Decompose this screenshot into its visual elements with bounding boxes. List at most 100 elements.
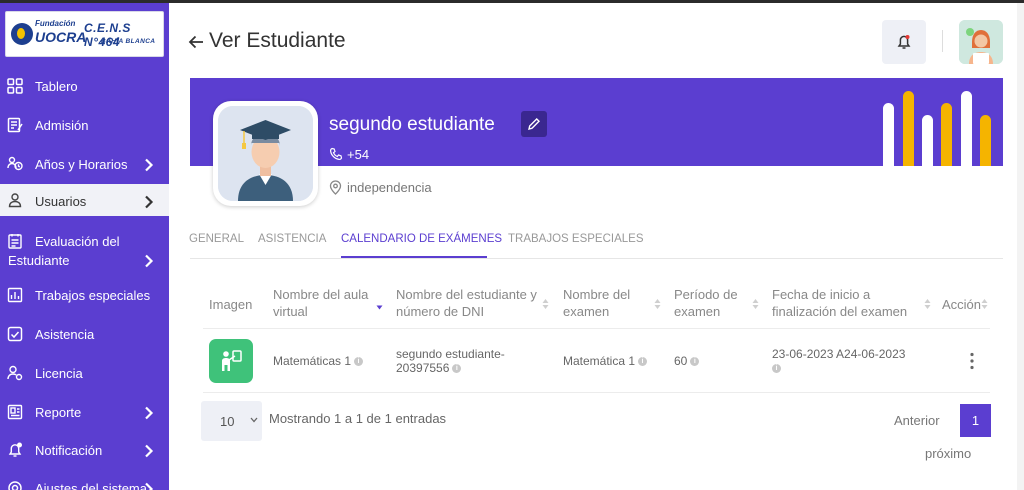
- chevron-right-icon: [145, 482, 154, 490]
- table-header-divider: [203, 328, 990, 329]
- sidebar-item-label: Evaluación del: [35, 234, 120, 249]
- sidebar-item-tablero[interactable]: Tablero: [0, 75, 169, 97]
- previous-page-button[interactable]: Anterior: [894, 413, 940, 428]
- student-avatar: [218, 106, 313, 201]
- logo-city: BAHÍA BLANCA: [101, 38, 156, 45]
- sort-icon[interactable]: [924, 298, 931, 310]
- cell-exam: Matemática 1i: [563, 354, 648, 369]
- cell-student-dni: 20397556 i: [396, 361, 462, 376]
- tabs-divider: [190, 258, 1003, 259]
- info-icon[interactable]: i: [452, 364, 462, 374]
- column-header-image: Imagen: [209, 297, 253, 312]
- cell-dates: 23-06-2023 A24-06-2023: [772, 347, 906, 361]
- school-logo[interactable]: Fundación UOCRA C.E.N.S N°464 BAHÍA BLAN…: [5, 11, 164, 57]
- dashboard-icon: [7, 78, 23, 94]
- chevron-right-icon: [145, 158, 154, 172]
- sidebar-item-label: Ajustes del sistema: [35, 481, 147, 490]
- sidebar-item-anos-horarios[interactable]: Años y Horarios: [0, 153, 169, 175]
- page-title: Ver Estudiante: [209, 29, 346, 52]
- sidebar-item-label: Usuarios: [35, 194, 87, 209]
- active-tab-indicator: [341, 256, 487, 258]
- uocra-emblem-icon: [11, 23, 33, 45]
- schedule-icon: [7, 156, 23, 171]
- column-header-dates[interactable]: Fecha de inicio a finalización del exame…: [772, 286, 922, 320]
- tab-trabajos-especiales[interactable]: TRABAJOS ESPECIALES: [508, 233, 644, 245]
- logo-uocra: UOCRA: [35, 29, 87, 45]
- page-size-select[interactable]: 10: [201, 401, 262, 441]
- graduate-avatar-icon: [218, 106, 313, 201]
- cell-student-name: segundo estudiante-: [396, 347, 505, 361]
- more-options-icon[interactable]: [970, 352, 974, 370]
- sort-icon[interactable]: [752, 298, 759, 310]
- deco-bar: [941, 103, 952, 166]
- info-icon[interactable]: i: [772, 364, 781, 373]
- sidebar-item-reporte[interactable]: Reporte: [0, 401, 169, 423]
- student-name: segundo estudiante: [329, 114, 495, 135]
- page-number-button[interactable]: 1: [960, 404, 991, 437]
- edit-profile-button[interactable]: [521, 111, 547, 137]
- bell-icon: [897, 35, 911, 49]
- sidebar-item-licencia[interactable]: Licencia: [0, 362, 169, 384]
- info-icon[interactable]: i: [354, 357, 364, 367]
- sidebar: Fundación UOCRA C.E.N.S N°464 BAHÍA BLAN…: [0, 3, 169, 490]
- teacher-board-icon: [222, 350, 242, 371]
- deco-bar: [980, 115, 991, 166]
- sidebar-item-label-2: Estudiante: [8, 253, 70, 268]
- sidebar-item-usuarios[interactable]: Usuarios: [0, 184, 169, 216]
- notifications-button[interactable]: [882, 20, 926, 64]
- column-header-classroom[interactable]: Nombre del aula virtual: [273, 286, 378, 320]
- chevron-down-icon: [250, 417, 258, 423]
- sidebar-item-label: Tablero: [35, 79, 78, 94]
- info-icon[interactable]: i: [690, 357, 700, 367]
- deco-bar: [883, 103, 894, 166]
- sidebar-item-ajustes[interactable]: Ajustes del sistema: [0, 477, 169, 490]
- chevron-right-icon: [145, 254, 154, 268]
- tab-general[interactable]: GENERAL: [189, 233, 244, 245]
- column-header-period[interactable]: Período de examen: [674, 286, 752, 320]
- exam-image: [209, 339, 253, 383]
- phone-icon: [329, 147, 343, 161]
- table-row-divider: [203, 392, 990, 393]
- user-avatar-icon: [959, 20, 1003, 64]
- evaluation-icon: [8, 234, 22, 249]
- cell-classroom: Matemáticas 1i: [273, 354, 364, 369]
- next-page-button[interactable]: próximo: [925, 446, 971, 461]
- vertical-scrollbar[interactable]: [1017, 3, 1024, 490]
- profile-photo-card: [213, 101, 318, 206]
- sidebar-item-label: Reporte: [35, 405, 82, 420]
- sidebar-item-notificacion[interactable]: Notificación: [0, 439, 169, 461]
- tab-asistencia[interactable]: ASISTENCIA: [258, 233, 326, 245]
- report-icon: [7, 404, 23, 420]
- sort-icon[interactable]: [542, 298, 549, 310]
- student-location: independencia: [347, 180, 432, 195]
- sidebar-item-trabajos-especiales[interactable]: Trabajos especiales: [0, 284, 169, 306]
- logo-fundacion: Fundación: [35, 19, 76, 28]
- info-icon[interactable]: i: [638, 357, 648, 367]
- column-header-exam[interactable]: Nombre del examen: [563, 286, 648, 320]
- location-pin-icon: [329, 180, 342, 195]
- chevron-right-icon: [145, 195, 154, 209]
- sort-icon[interactable]: [981, 298, 988, 310]
- sidebar-item-label: Años y Horarios: [35, 157, 128, 172]
- sidebar-item-label: Licencia: [35, 366, 83, 381]
- attendance-icon: [7, 326, 23, 342]
- pencil-icon: [528, 118, 540, 130]
- deco-bar: [903, 91, 914, 166]
- sidebar-item-evaluacion[interactable]: Evaluación del Estudiante: [0, 229, 169, 269]
- chevron-right-icon: [145, 406, 154, 420]
- cell-period: 60 i: [674, 354, 700, 369]
- chevron-right-icon: [145, 444, 154, 458]
- sort-desc-icon[interactable]: [376, 302, 383, 314]
- license-icon: [7, 365, 23, 381]
- sidebar-item-asistencia[interactable]: Asistencia: [0, 323, 169, 345]
- sidebar-item-admision[interactable]: Admisión: [0, 114, 169, 136]
- special-works-icon: [7, 287, 23, 303]
- back-arrow-icon[interactable]: [187, 33, 205, 51]
- column-header-student[interactable]: Nombre del estudiante y número de DNI: [396, 286, 551, 320]
- sidebar-item-label: Admisión: [35, 118, 89, 133]
- entries-info: Mostrando 1 a 1 de 1 entradas: [269, 411, 447, 426]
- sidebar-item-label: Trabajos especiales: [35, 288, 151, 303]
- tab-calendario-examenes[interactable]: CALENDARIO DE EXÁMENES: [341, 233, 502, 245]
- sort-icon[interactable]: [654, 298, 661, 310]
- user-avatar[interactable]: [959, 20, 1003, 64]
